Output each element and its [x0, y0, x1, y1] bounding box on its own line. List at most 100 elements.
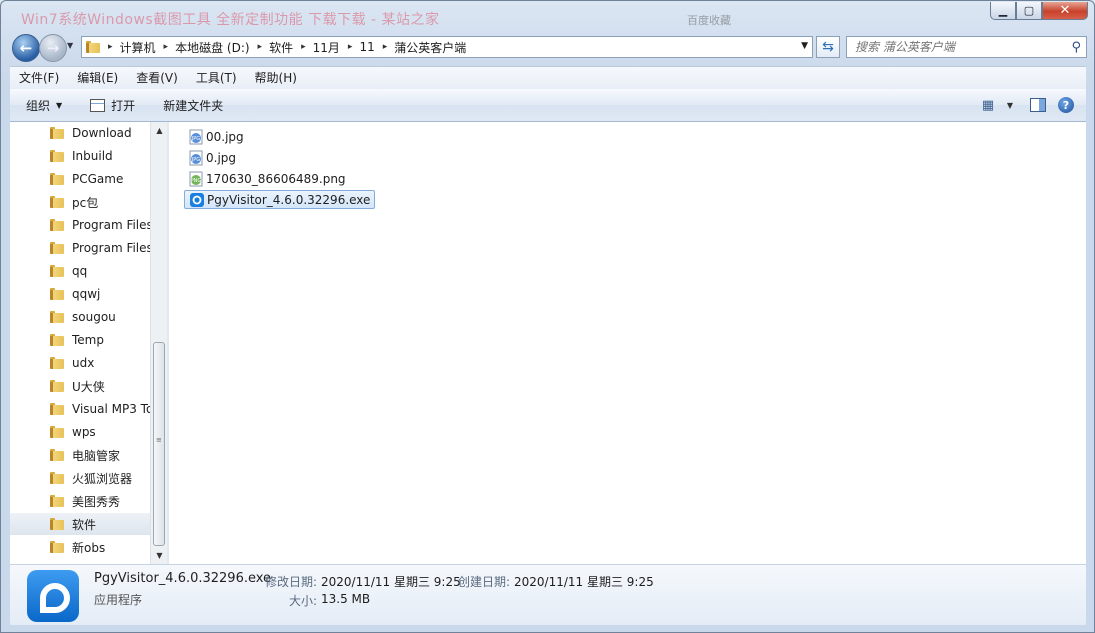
organize-label: 组织 — [26, 98, 51, 113]
forward-button[interactable]: → — [39, 34, 67, 62]
view-options-button[interactable]: ▦ — [974, 93, 1002, 117]
chevron-right-icon[interactable]: ▸ — [258, 42, 263, 52]
refresh-icon: ⇆ — [822, 39, 834, 55]
chevron-down-icon: ▼ — [56, 100, 63, 110]
navigation-pane: Download Inbuild PCGame pc包 Program File… — [10, 122, 150, 564]
new-folder-button[interactable]: 新建文件夹 — [155, 93, 231, 117]
view-dropdown-button[interactable]: ▼ — [1002, 93, 1018, 117]
breadcrumb-computer[interactable]: 计算机 — [120, 39, 156, 56]
nav-item-wps[interactable]: wps — [10, 421, 150, 443]
help-icon: ? — [1058, 97, 1074, 113]
nav-item-meitu[interactable]: 美图秀秀 — [10, 490, 150, 512]
background-title-right: 百度收藏 — [687, 14, 731, 27]
nav-item-pc-manager[interactable]: 电脑管家 — [10, 444, 150, 466]
nav-item-software[interactable]: 软件 — [10, 513, 150, 535]
menu-view[interactable]: 查看(V) — [127, 67, 187, 89]
nav-item-download[interactable]: Download — [10, 122, 150, 144]
folder-icon — [50, 127, 64, 139]
folder-icon — [86, 41, 100, 53]
close-button[interactable]: ✕ — [1042, 2, 1088, 20]
address-bar[interactable]: ▸ 计算机 ▸ 本地磁盘 (D:) ▸ 软件 ▸ 11月 ▸ 11 ▸ 蒲公英客… — [81, 36, 813, 58]
close-icon: ✕ — [1059, 3, 1071, 18]
chevron-down-icon: ▼ — [1006, 100, 1014, 110]
minimize-button[interactable]: ▁ — [990, 2, 1016, 20]
chevron-right-icon[interactable]: ▸ — [164, 42, 169, 52]
file-item-00-jpg[interactable]: JPG 00.jpg — [184, 127, 248, 146]
new-folder-label: 新建文件夹 — [163, 98, 224, 113]
title-bar[interactable]: Win7系统Windows截图工具 全新定制功能 下载下载 - 某站之家 百度收… — [1, 1, 1094, 31]
breadcrumb-drive-d[interactable]: 本地磁盘 (D:) — [175, 39, 249, 56]
scroll-down-arrow-icon[interactable]: ▼ — [151, 547, 168, 564]
file-name: 170630_86606489.png — [206, 171, 346, 186]
address-dropdown-icon[interactable]: ▼ — [801, 41, 808, 51]
folder-icon — [50, 380, 64, 392]
preview-pane-icon — [1030, 98, 1046, 112]
breadcrumb-software[interactable]: 软件 — [269, 39, 293, 56]
folder-icon — [50, 449, 64, 461]
nav-item-program-files-x86[interactable]: Program Files — [10, 237, 150, 259]
chevron-right-icon[interactable]: ▸ — [348, 42, 353, 52]
search-box[interactable]: ⚲ — [846, 36, 1087, 58]
refresh-button[interactable]: ⇆ — [816, 36, 840, 58]
open-button[interactable]: 打开 — [82, 93, 143, 117]
folder-icon — [50, 150, 64, 162]
menu-tools[interactable]: 工具(T) — [187, 67, 246, 89]
menu-edit[interactable]: 编辑(E) — [68, 67, 127, 89]
file-list: JPG 00.jpg JPG 0.jpg PNG 170630_86606489… — [169, 122, 1086, 564]
file-item-pgyvisitor-exe[interactable]: PgyVisitor_4.6.0.32296.exe — [184, 190, 376, 209]
nav-item-qqwj[interactable]: qqwj — [10, 283, 150, 305]
nav-item-pcgame[interactable]: PCGame — [10, 168, 150, 190]
nav-item-inbuild[interactable]: Inbuild — [10, 145, 150, 167]
scrollbar-thumb[interactable]: ≡ — [153, 342, 165, 546]
help-button[interactable]: ? — [1052, 93, 1080, 117]
scroll-up-arrow-icon[interactable]: ▲ — [151, 122, 168, 139]
folder-icon — [50, 518, 64, 530]
view-icon: ▦ — [981, 97, 995, 113]
menu-help[interactable]: 帮助(H) — [246, 67, 306, 89]
minimize-icon: ▁ — [998, 4, 1008, 17]
chevron-right-icon[interactable]: ▸ — [383, 42, 388, 52]
grip-icon: ≡ — [156, 436, 162, 444]
file-item-0-jpg[interactable]: JPG 0.jpg — [184, 148, 240, 167]
chevron-right-icon[interactable]: ▸ — [301, 42, 306, 52]
nav-item-program-files[interactable]: Program Files — [10, 214, 150, 236]
recent-pages-dropdown[interactable]: ▼ — [67, 41, 73, 50]
breadcrumb-november[interactable]: 11月 — [313, 39, 340, 56]
created-date-value: 2020/11/11 星期三 9:25 — [514, 575, 654, 589]
breadcrumb-pgy-client[interactable]: 蒲公英客户端 — [394, 39, 466, 56]
nav-item-qq[interactable]: qq — [10, 260, 150, 282]
nav-item-new-obs[interactable]: 新obs — [10, 536, 150, 558]
arrow-left-icon: ← — [19, 39, 33, 57]
organize-button[interactable]: 组织 ▼ — [10, 93, 70, 117]
nav-item-udaxia[interactable]: U大侠 — [10, 375, 150, 397]
nav-item-visual-mp3[interactable]: Visual MP3 To — [10, 398, 150, 420]
search-input[interactable] — [853, 39, 1067, 55]
folder-icon — [50, 242, 64, 254]
nav-item-temp[interactable]: Temp — [10, 329, 150, 351]
folder-icon — [50, 472, 64, 484]
svg-text:JPG: JPG — [191, 157, 200, 163]
back-button[interactable]: ← — [12, 34, 40, 62]
nav-item-sougou[interactable]: sougou — [10, 306, 150, 328]
preview-pane-button[interactable] — [1024, 93, 1052, 117]
maximize-button[interactable]: ▢ — [1016, 2, 1042, 20]
folder-icon — [50, 265, 64, 277]
menu-file[interactable]: 文件(F) — [10, 67, 68, 89]
svg-text:PNG: PNG — [191, 178, 202, 184]
navigation-scrollbar[interactable]: ▲ ≡ ▼ — [150, 122, 168, 564]
toolbar-right: ▦ ▼ ? — [974, 89, 1086, 121]
arrow-right-icon: → — [46, 39, 60, 57]
chevron-right-icon[interactable]: ▸ — [108, 42, 113, 52]
menu-bar: 文件(F) 编辑(E) 查看(V) 工具(T) 帮助(H) — [10, 66, 1086, 89]
folder-icon — [50, 403, 64, 415]
nav-item-udx[interactable]: udx — [10, 352, 150, 374]
file-item-png[interactable]: PNG 170630_86606489.png — [184, 169, 350, 188]
nav-item-pcbao[interactable]: pc包 — [10, 191, 150, 213]
maximize-icon: ▢ — [1023, 4, 1035, 17]
nav-item-firefox[interactable]: 火狐浏览器 — [10, 467, 150, 489]
breadcrumb-11[interactable]: 11 — [359, 40, 374, 54]
png-file-icon: PNG — [189, 171, 203, 186]
file-name: 00.jpg — [206, 129, 244, 144]
svg-text:JPG: JPG — [191, 136, 200, 142]
search-icon[interactable]: ⚲ — [1071, 40, 1081, 55]
